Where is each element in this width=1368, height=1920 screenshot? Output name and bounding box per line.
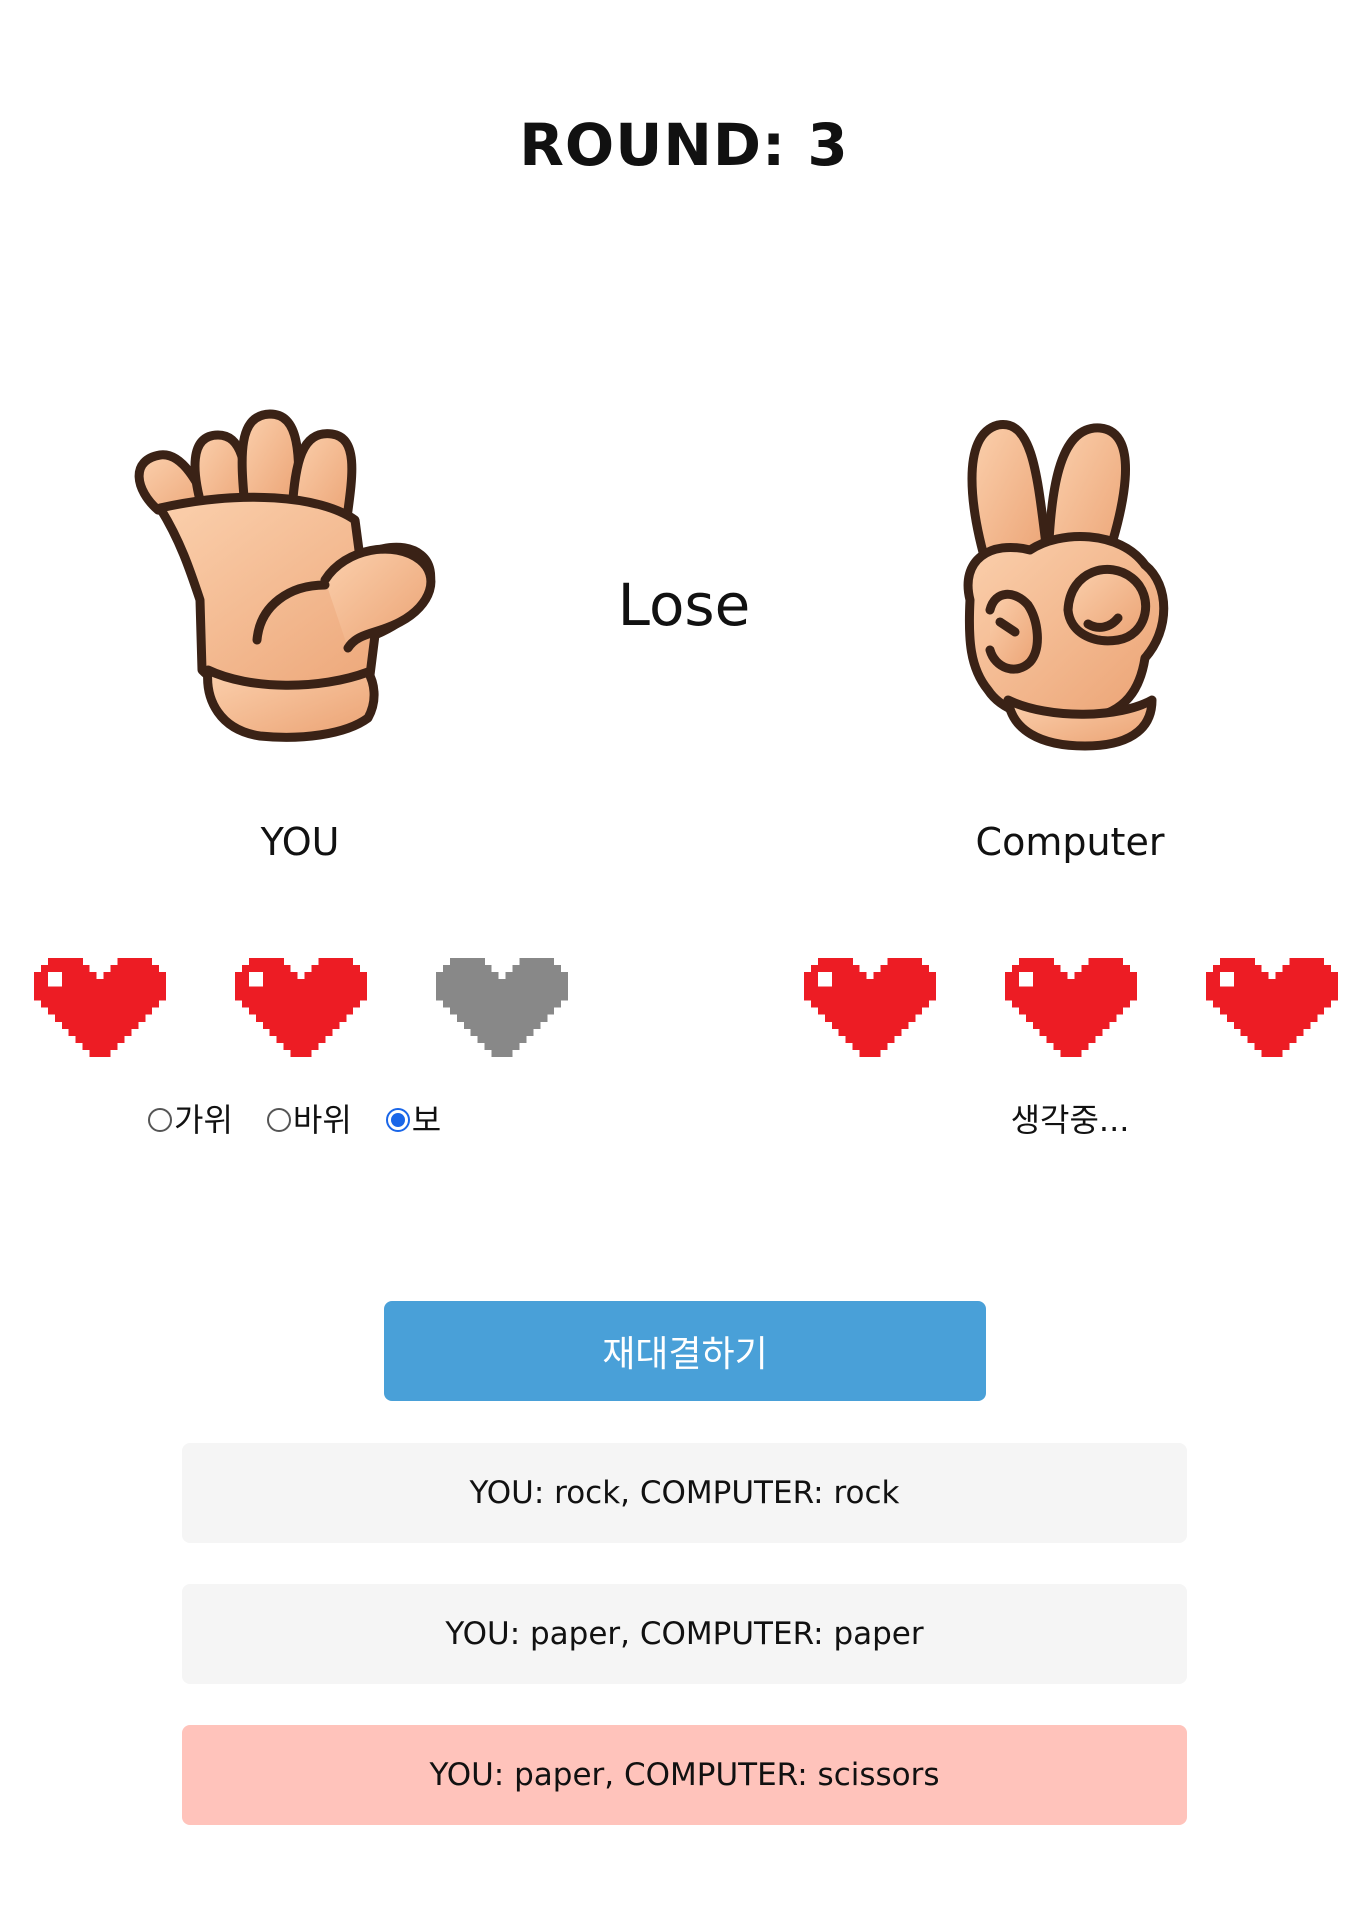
computer-status: 생각중... xyxy=(1010,1101,1130,1139)
heart-icon xyxy=(804,958,936,1057)
player-label-computer: Computer xyxy=(975,820,1165,864)
heart-icon xyxy=(34,958,166,1057)
heart-icon xyxy=(1206,958,1338,1057)
radio-button[interactable] xyxy=(266,1108,291,1132)
radio-rock[interactable]: 바위 xyxy=(266,1098,352,1142)
heart-icon xyxy=(235,958,367,1057)
radio-scissors[interactable]: 가위 xyxy=(148,1098,233,1142)
history-item: YOU: paper, COMPUTER: paper xyxy=(182,1584,1187,1684)
round-title: ROUND: 3 xyxy=(519,111,849,179)
radio-label: 보 xyxy=(411,1101,442,1139)
radio-button[interactable] xyxy=(148,1108,172,1132)
scissors-hand-icon xyxy=(920,400,1280,760)
radio-paper[interactable]: 보 xyxy=(385,1098,442,1142)
heart-icon xyxy=(1005,958,1137,1057)
rematch-button[interactable]: 재대결하기 xyxy=(384,1301,986,1401)
radio-label: 가위 xyxy=(174,1101,233,1139)
history-item: YOU: paper, COMPUTER: scissors xyxy=(182,1725,1187,1825)
history-item: YOU: rock, COMPUTER: rock xyxy=(182,1443,1187,1543)
player-label-you: YOU xyxy=(260,820,340,864)
choice-radio-group: 가위 바위 보 xyxy=(148,1098,475,1142)
radio-button[interactable] xyxy=(385,1108,410,1132)
radio-label: 바위 xyxy=(292,1101,352,1139)
heart-empty-icon xyxy=(436,958,568,1057)
